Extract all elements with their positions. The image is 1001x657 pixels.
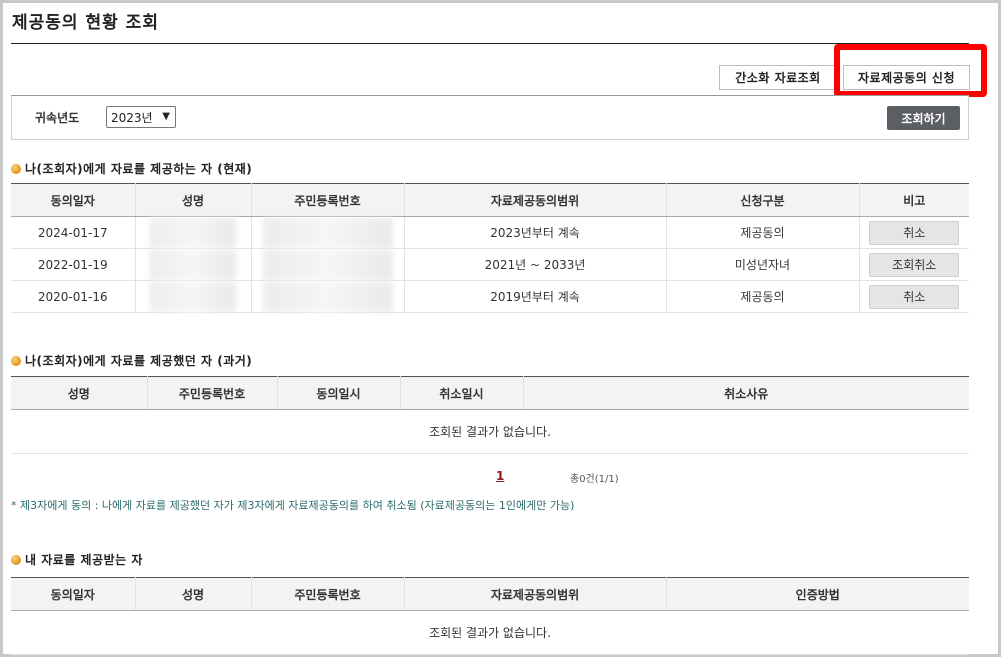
col-header: 자료제공동의범위 [404,183,667,217]
table-row: 조회된 결과가 없습니다. [11,610,969,655]
bullet-icon [11,355,21,366]
table-row: 2020-01-16 2019년부터 계속 제공동의 취소 [11,280,969,313]
col-header: 주민등록번호 [251,577,405,611]
col-header: 동의일시 [277,376,401,410]
current-providers-table: 동의일자 성명 주민등록번호 자료제공동의범위 신청구분 비고 2024-01-… [11,183,969,313]
table-row: 2024-01-17 2023년부터 계속 제공동의 취소 [11,216,969,249]
col-header: 비고 [859,183,969,217]
col-header: 성명 [11,376,148,410]
bullet-icon [11,163,21,174]
year-select-value: 2023년 [111,110,153,125]
section-current-title-text: 나(조회자)에게 자료를 제공하는 자 (현재) [25,162,253,176]
search-button[interactable]: 조회하기 [887,106,960,130]
col-header: 인증방법 [666,577,969,611]
col-header: 동의일자 [11,577,136,611]
consent-scope: 2019년부터 계속 [404,280,667,313]
year-label: 귀속년도 [35,111,80,125]
consent-date: 2020-01-16 [11,280,136,313]
col-header: 성명 [135,183,252,217]
chevron-down-icon: ▼ [162,111,170,122]
cancel-button[interactable]: 취소 [869,220,960,245]
section-past-title: 나(조회자)에게 자료를 제공했던 자 (과거) [11,352,252,369]
remark-cell: 취소 [859,216,969,249]
request-type: 미성년자녀 [666,248,860,281]
past-providers-table: 성명 주민등록번호 동의일시 취소일시 취소사유 조회된 결과가 없습니다. [11,376,969,454]
empty-message: 조회된 결과가 없습니다. [11,409,969,454]
remark-cell: 취소 [859,280,969,313]
rrn-redacted [251,248,405,281]
name-redacted [135,248,252,281]
section-current-title: 나(조회자)에게 자료를 제공하는 자 (현재) [11,160,252,177]
col-header: 성명 [135,577,252,611]
page-number-current[interactable]: 1 [496,469,504,483]
col-header: 주민등록번호 [147,376,278,410]
third-party-note: * 제3자에게 동의 : 나에게 자료를 제공했던 자가 제3자에게 자료제공동… [11,499,575,512]
table-row: 조회된 결과가 없습니다. [11,409,969,454]
consent-date: 2022-01-19 [11,248,136,281]
consent-date: 2024-01-17 [11,216,136,249]
name-redacted [135,280,252,313]
rrn-redacted [251,280,405,313]
cancel-button[interactable]: 취소 [869,284,960,309]
col-header: 신청구분 [666,183,860,217]
rrn-redacted [251,216,405,249]
bullet-icon [11,554,21,565]
col-header: 동의일자 [11,183,136,217]
search-bar: 귀속년도 2023년 ▼ 조회하기 [11,95,969,140]
empty-message: 조회된 결과가 없습니다. [11,610,969,655]
lookup-cancel-button[interactable]: 조회취소 [869,252,960,277]
table-row: 2022-01-19 2021년 ~ 2033년 미성년자녀 조회취소 [11,248,969,281]
highlight-annotation [834,44,987,97]
page-title: 제공동의 현황 조회 [12,13,159,33]
col-header: 취소사유 [523,376,969,410]
title-divider [11,43,969,44]
consent-scope: 2021년 ~ 2033년 [404,248,667,281]
year-select[interactable]: 2023년 ▼ [106,106,176,128]
name-redacted [135,216,252,249]
col-header: 취소일시 [400,376,524,410]
consent-scope: 2023년부터 계속 [404,216,667,249]
request-type: 제공동의 [666,280,860,313]
remark-cell: 조회취소 [859,248,969,281]
request-type: 제공동의 [666,216,860,249]
section-recipients-title: 내 자료를 제공받는 자 [11,551,143,568]
section-past-title-text: 나(조회자)에게 자료를 제공했던 자 (과거) [25,354,253,368]
section-recipients-title-text: 내 자료를 제공받는 자 [25,553,143,567]
pager-total: 총0건(1/1) [570,474,619,485]
col-header: 자료제공동의범위 [404,577,667,611]
col-header: 주민등록번호 [251,183,405,217]
simple-lookup-button[interactable]: 간소화 자료조회 [719,65,837,90]
recipients-table: 동의일자 성명 주민등록번호 자료제공동의범위 인증방법 조회된 결과가 없습니… [11,577,969,655]
